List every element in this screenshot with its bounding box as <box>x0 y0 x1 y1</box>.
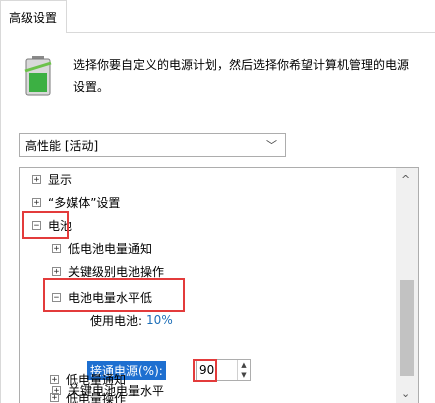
scroll-up-icon[interactable]: ^ <box>401 173 410 186</box>
tree-item-display[interactable]: + 显示 <box>32 168 72 190</box>
setting-on-battery[interactable]: 使用电池: 10% <box>90 309 173 331</box>
tree-item-label: “多媒体”设置 <box>48 195 121 210</box>
spinner-down-icon[interactable]: ▼ <box>238 370 250 380</box>
chevron-down-icon: ﹀ <box>266 139 277 152</box>
scroll-down-icon[interactable]: ⌄ <box>401 387 410 400</box>
advanced-settings-panel: 选择你要自定义的电源计划，然后选择你希望计算机管理的电源设置。 高性能 [活动]… <box>0 32 435 403</box>
on-battery-label: 使用电池: <box>90 313 143 328</box>
scroll-thumb[interactable] <box>400 280 414 376</box>
power-plan-value: 高性能 [活动] <box>25 138 99 153</box>
expand-icon[interactable]: + <box>50 374 59 384</box>
power-plan-select[interactable]: 高性能 [活动] ﹀ <box>19 133 286 157</box>
value-highlight-box <box>193 359 217 382</box>
page-description: 选择你要自定义的电源计划，然后选择你希望计算机管理的电源设置。 <box>73 58 410 94</box>
expand-icon[interactable]: + <box>52 266 61 276</box>
tab-strip: 高级设置 <box>0 0 435 33</box>
vertical-scrollbar[interactable]: ^ ⌄ <box>396 168 418 403</box>
spinner-up-icon[interactable]: ▲ <box>238 360 250 370</box>
tree-item-low-battery-action[interactable]: + 低电量操作 <box>50 390 126 403</box>
tree-item-low-battery-notification[interactable]: + 低电池电量通知 <box>52 237 152 259</box>
battery-highlight-box <box>22 211 69 239</box>
expand-icon[interactable]: + <box>32 174 41 184</box>
tree-item-multimedia[interactable]: + “多媒体”设置 <box>32 191 120 213</box>
tree-item-label: 显示 <box>48 172 73 187</box>
tab-advanced-settings[interactable]: 高级设置 <box>0 0 67 32</box>
expand-icon[interactable]: + <box>32 197 41 207</box>
low-level-highlight-box <box>43 278 185 312</box>
expand-icon[interactable]: + <box>52 243 61 253</box>
spinner-buttons[interactable]: ▲ ▼ <box>237 360 250 380</box>
expand-icon[interactable]: + <box>50 393 59 403</box>
tree-item-label: 低电量操作 <box>66 392 127 403</box>
on-battery-value[interactable]: 10% <box>146 313 173 327</box>
tree-item-low-level-notification[interactable]: + 低电量通知 <box>50 368 126 390</box>
tree-item-label: 低电池电量通知 <box>68 241 153 256</box>
battery-icon <box>24 56 52 96</box>
tree-item-label: 低电量通知 <box>66 372 127 387</box>
tree-item-label: 关键级别电池操作 <box>68 264 165 279</box>
